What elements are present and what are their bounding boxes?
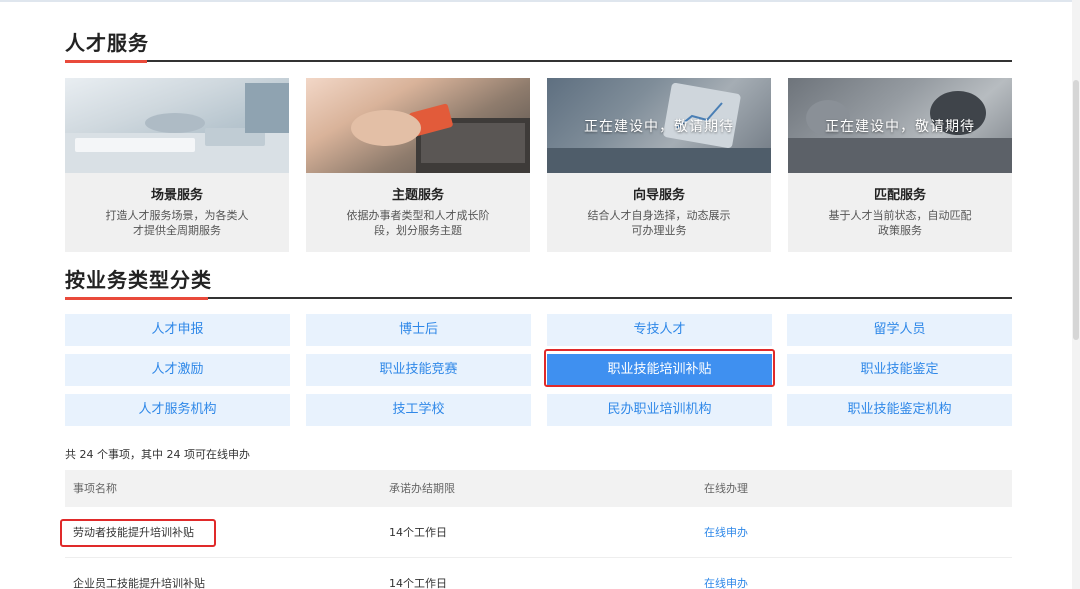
card-match-service[interactable]: 正在建设中，敬请期待 匹配服务 基于人才当前状态，自动匹配 政策服务 [788, 78, 1012, 252]
table-row: 企业员工技能提升培训补贴 14个工作日 在线申办 [65, 559, 1012, 589]
card-scene-service[interactable]: 场景服务 打造人才服务场景，为各类人 才提供全周期服务 [65, 78, 289, 252]
card-desc-line: 可办理业务 [631, 224, 687, 237]
category-button[interactable]: 人才服务机构 [65, 394, 290, 426]
card-desc-line: 结合人才自身选择，动态展示 [587, 209, 731, 222]
top-divider [0, 0, 1080, 2]
category-grid: 人才申报 博士后 专技人才 留学人员 人才激励 职业技能竞赛 职业技能培训补贴 … [65, 314, 1012, 426]
section-title-talent-service: 人才服务 [65, 31, 149, 55]
card-overlay-text: 正在建设中，敬请期待 [584, 119, 734, 135]
card-overlay-text: 正在建设中，敬请期待 [825, 119, 975, 135]
card-description: 打造人才服务场景，为各类人 才提供全周期服务 [85, 208, 269, 238]
section-rule-accent [65, 297, 208, 300]
card-desc-line: 打造人才服务场景，为各类人 [105, 209, 249, 222]
apply-online-link[interactable]: 在线申办 [704, 559, 748, 589]
category-button[interactable]: 人才激励 [65, 354, 290, 386]
category-button[interactable]: 专技人才 [547, 314, 772, 346]
category-button[interactable]: 职业技能鉴定 [787, 354, 1012, 386]
scrollbar-thumb[interactable] [1073, 80, 1079, 340]
service-cards: 场景服务 打造人才服务场景，为各类人 才提供全周期服务 主题服务 依据办事者类型和… [65, 78, 1012, 252]
table-header: 事项名称 承诺办结期限 在线办理 [65, 470, 1012, 507]
apply-online-link[interactable]: 在线申办 [704, 508, 748, 558]
laptop-hands-image [65, 83, 289, 173]
category-button[interactable]: 博士后 [306, 314, 531, 346]
item-deadline: 14个工作日 [389, 526, 447, 539]
card-title: 场景服务 [150, 188, 203, 203]
section-rule-by-type [65, 297, 1012, 300]
card-photo [306, 78, 530, 173]
column-header-online: 在线办理 [704, 482, 748, 495]
card-description: 依据办事者类型和人才成长阶 段，划分服务主题 [326, 208, 510, 238]
card-theme-service[interactable]: 主题服务 依据办事者类型和人才成长阶 段，划分服务主题 [306, 78, 530, 252]
card-desc-line: 基于人才当前状态，自动匹配 [828, 209, 972, 222]
section-title-by-type: 按业务类型分类 [65, 268, 212, 292]
column-header-name: 事项名称 [73, 482, 117, 495]
card-desc-line: 才提供全周期服务 [133, 224, 221, 237]
highlight-box-active-category [544, 349, 775, 387]
card-photo [65, 78, 289, 173]
card-title: 向导服务 [632, 188, 685, 203]
category-button[interactable]: 技工学校 [306, 394, 531, 426]
category-button[interactable]: 民办职业培训机构 [547, 394, 772, 426]
page-scrollbar[interactable] [1072, 0, 1080, 589]
section-rule-talent-service [65, 60, 1012, 63]
column-header-deadline: 承诺办结期限 [389, 482, 455, 495]
card-description: 基于人才当前状态，自动匹配 政策服务 [808, 208, 992, 238]
category-button[interactable]: 留学人员 [787, 314, 1012, 346]
card-desc-line: 段，划分服务主题 [374, 224, 462, 237]
card-photo: 正在建设中，敬请期待 [788, 78, 1012, 173]
section-rule-accent [65, 60, 147, 63]
card-desc-line: 政策服务 [878, 224, 922, 237]
card-desc-line: 依据办事者类型和人才成长阶 [346, 209, 490, 222]
card-guide-service[interactable]: 正在建设中，敬请期待 向导服务 结合人才自身选择，动态展示 可办理业务 [547, 78, 771, 252]
item-name: 企业员工技能提升培训补贴 [73, 577, 205, 589]
category-button[interactable]: 职业技能鉴定机构 [787, 394, 1012, 426]
credit-card-laptop-image [351, 103, 530, 173]
item-deadline: 14个工作日 [389, 577, 447, 589]
highlight-box-item [60, 519, 216, 547]
category-button[interactable]: 职业技能竞赛 [306, 354, 531, 386]
card-photo: 正在建设中，敬请期待 [547, 78, 771, 173]
card-title: 主题服务 [391, 188, 444, 203]
card-title: 匹配服务 [873, 188, 926, 203]
category-button[interactable]: 人才申报 [65, 314, 290, 346]
card-description: 结合人才自身选择，动态展示 可办理业务 [567, 208, 751, 238]
summary-text: 共 24 个事项，其中 24 项可在线申办 [65, 448, 250, 461]
